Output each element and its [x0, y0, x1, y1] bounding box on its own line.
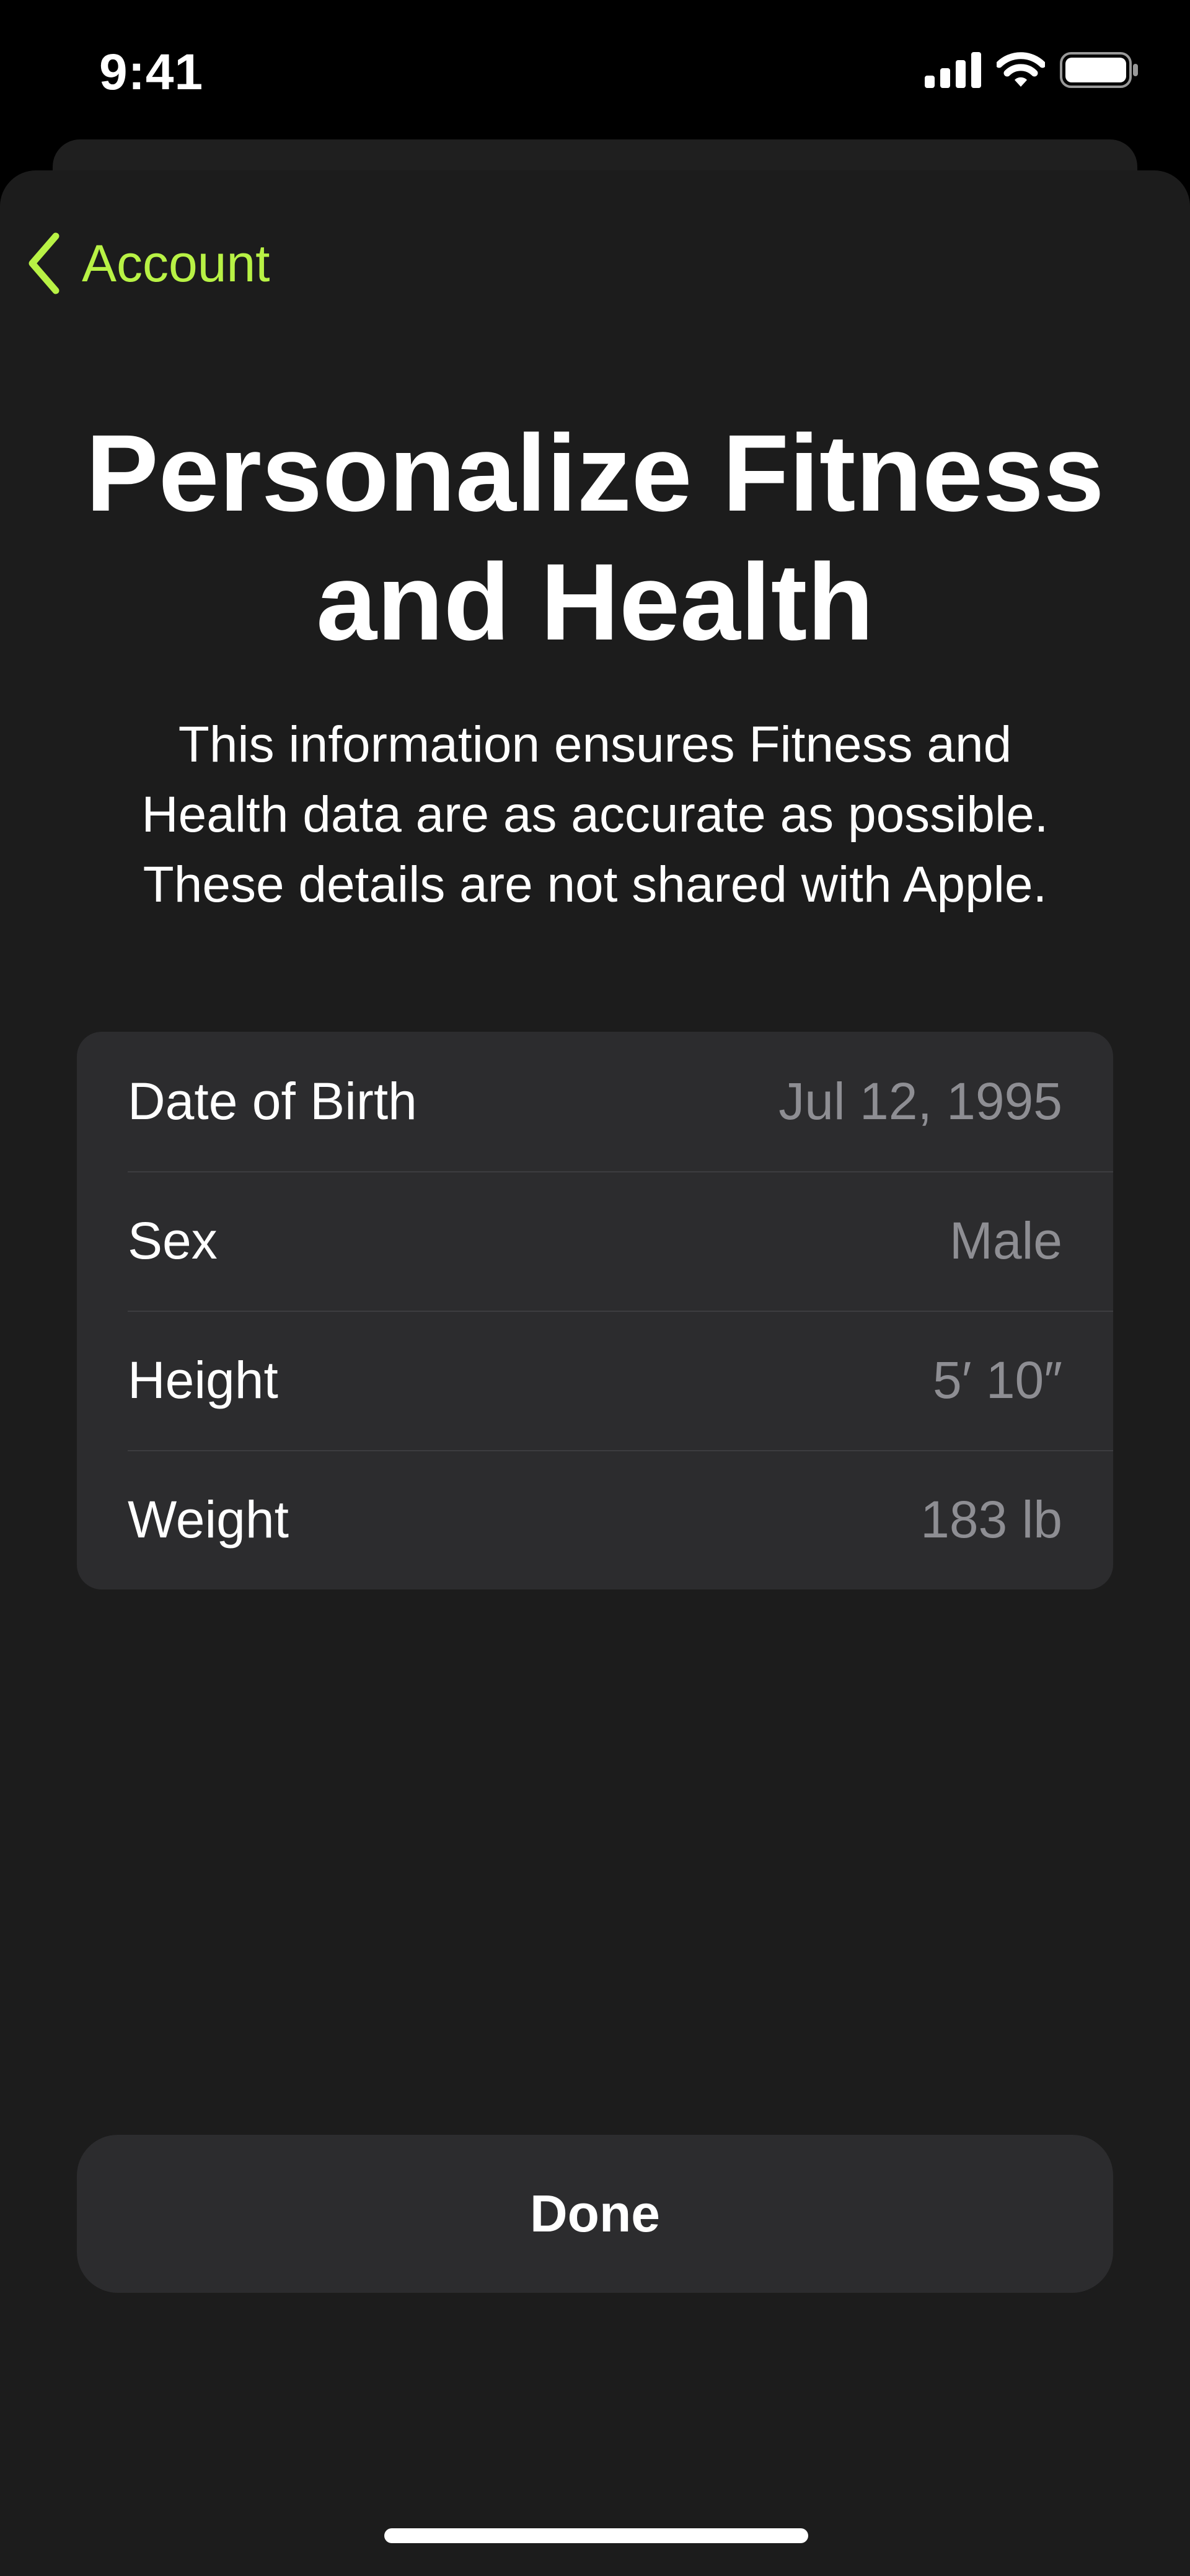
cellular-signal-icon [925, 52, 981, 88]
row-sex[interactable]: Sex Male [77, 1171, 1113, 1311]
page-description-line-2: Health data are as accurate as possible. [141, 786, 1049, 843]
sex-value: Male [949, 1211, 1062, 1270]
battery-icon [1060, 52, 1138, 88]
wifi-icon [997, 52, 1045, 87]
done-button[interactable]: Done [77, 2135, 1113, 2293]
row-label: Sex [128, 1211, 218, 1270]
page-description-line-1: This information ensures Fitness and [178, 716, 1012, 773]
back-button-label: Account [82, 234, 270, 292]
back-button[interactable]: Account [26, 232, 270, 294]
status-time: 9:41 [99, 44, 204, 100]
page-description-line-3: These details are not shared with Apple. [143, 856, 1047, 913]
weight-value: 183 lb [920, 1490, 1062, 1549]
page-title: Personalize Fitness and Health [0, 409, 1190, 667]
row-label: Height [128, 1351, 278, 1409]
personal-details-list: Date of Birth Jul 12, 1995 Sex Male Heig… [77, 1032, 1113, 1589]
page-title-line-1: Personalize Fitness [86, 413, 1104, 534]
row-date-of-birth[interactable]: Date of Birth Jul 12, 1995 [77, 1032, 1113, 1171]
page-description: This information ensures Fitness and Hea… [93, 710, 1097, 920]
page-title-line-2: and Health [316, 542, 874, 663]
personalize-sheet: Account Personalize Fitness and Health T… [0, 170, 1190, 2576]
status-icons [925, 52, 1139, 88]
home-indicator[interactable] [384, 2528, 808, 2543]
status-bar: 9:41 [0, 0, 1190, 143]
date-of-birth-value: Jul 12, 1995 [778, 1072, 1062, 1130]
row-label: Weight [128, 1490, 289, 1549]
height-value: 5′ 10″ [933, 1351, 1062, 1409]
row-label: Date of Birth [128, 1072, 417, 1130]
row-height[interactable]: Height 5′ 10″ [77, 1311, 1113, 1450]
chevron-left-icon [29, 232, 60, 294]
row-weight[interactable]: Weight 183 lb [77, 1450, 1113, 1589]
